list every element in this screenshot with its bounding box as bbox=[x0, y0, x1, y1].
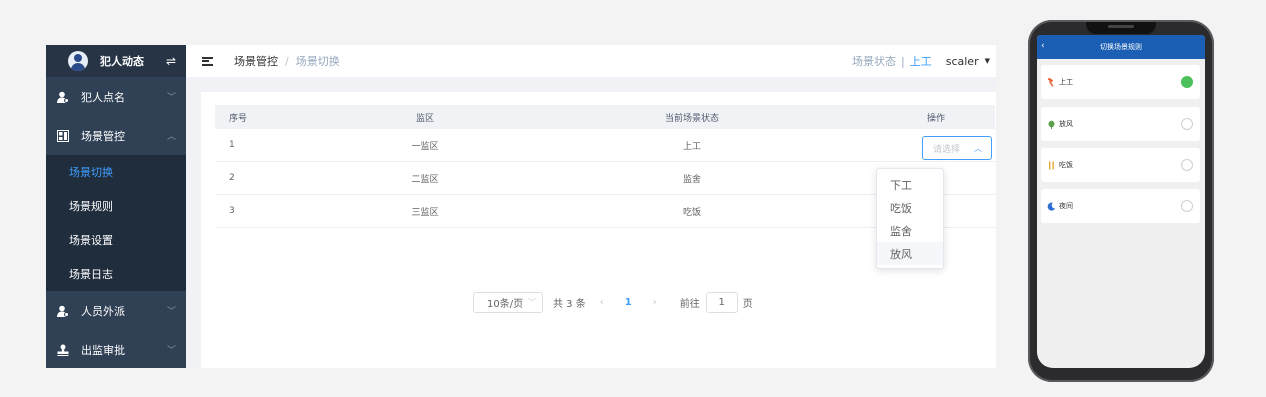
table-header: 序号 监区 当前场景状态 操作 bbox=[215, 105, 995, 129]
radio-unselected[interactable] bbox=[1181, 118, 1193, 130]
scene-label: 吃饭 bbox=[1059, 161, 1073, 169]
chevron-up-icon: ︿ bbox=[974, 143, 982, 153]
scene-state-label: 场景状态 bbox=[852, 55, 897, 68]
chevron-down-icon: ﹀ bbox=[166, 307, 176, 317]
cell-state: 上工 bbox=[682, 141, 701, 152]
phone-scene-item[interactable]: 放风 bbox=[1041, 107, 1200, 141]
sidebar-item-scene-switch[interactable]: 场景切换 bbox=[46, 155, 186, 189]
admin-window: 犯人动态 ⇌ 犯人点名 ﹀ 场景管控 ︿ 场景切换 场景规则 场景设置 场景日志 bbox=[46, 45, 996, 368]
radio-selected[interactable] bbox=[1181, 76, 1193, 88]
phone-header: ‹ 切换场景规则 bbox=[1037, 35, 1205, 59]
hamburger-icon[interactable] bbox=[202, 56, 213, 66]
phone-screen: ‹ 切换场景规则 上工 放风 吃饭 夜间 bbox=[1037, 35, 1205, 368]
cell-area: 一监区 bbox=[411, 141, 439, 152]
sidebar-item-scene-log[interactable]: 场景日志 bbox=[46, 257, 186, 291]
chevron-down-icon: ﹀ bbox=[528, 298, 536, 307]
cell-no: 2 bbox=[229, 173, 235, 183]
dropdown-option[interactable]: 下工 bbox=[877, 173, 943, 196]
dropdown-option[interactable]: 监舍 bbox=[877, 219, 943, 242]
moon-icon bbox=[1047, 202, 1056, 211]
goto-page-input[interactable]: 1 bbox=[705, 292, 738, 313]
dropdown-option[interactable]: 吃饭 bbox=[877, 196, 943, 219]
cell-state: 吃饭 bbox=[682, 207, 701, 218]
avatar[interactable] bbox=[68, 51, 88, 71]
sidebar-item-label: 场景管控 bbox=[81, 129, 125, 143]
breadcrumb-separator: / bbox=[285, 54, 289, 68]
top-right-area: 场景状态 | 上工 scaler ▼ bbox=[852, 53, 996, 69]
caret-down-icon[interactable]: ▼ bbox=[985, 57, 990, 65]
column-header-no: 序号 bbox=[229, 113, 248, 124]
total-count: 共 3 条 bbox=[553, 299, 586, 310]
state-separator: | bbox=[901, 54, 905, 68]
sidebar-item-label: 犯人点名 bbox=[81, 90, 125, 104]
select-placeholder: 请选择 bbox=[933, 144, 961, 155]
cell-area: 二监区 bbox=[411, 174, 439, 185]
chevron-down-icon: ﹀ bbox=[166, 93, 176, 103]
sidebar-item-label: 人员外派 bbox=[81, 304, 125, 318]
top-navbar: 场景管控 / 场景切换 场景状态 | 上工 scaler ▼ bbox=[186, 45, 996, 77]
phone-notch bbox=[1086, 22, 1156, 34]
cell-area: 三监区 bbox=[411, 207, 439, 218]
sidebar-header: 犯人动态 ⇌ bbox=[46, 45, 186, 77]
sidebar-item-scene-rules[interactable]: 场景规则 bbox=[46, 189, 186, 223]
back-icon[interactable]: ‹ bbox=[1041, 41, 1045, 51]
cell-no: 1 bbox=[229, 140, 235, 150]
dropdown-option[interactable]: 放风 bbox=[877, 242, 943, 265]
cell-state: 监舍 bbox=[682, 174, 701, 185]
breadcrumb-current: 场景切换 bbox=[295, 55, 340, 68]
scene-label: 放风 bbox=[1059, 120, 1073, 128]
plant-icon bbox=[1047, 120, 1056, 129]
page-number[interactable]: 1 bbox=[625, 297, 632, 308]
hammer-icon bbox=[1047, 76, 1056, 87]
scene-state-value: 上工 bbox=[909, 55, 932, 68]
prev-page-icon[interactable]: ‹ bbox=[600, 297, 604, 308]
scene-label: 夜间 bbox=[1059, 202, 1073, 210]
next-page-icon[interactable]: › bbox=[653, 297, 657, 308]
goto-label: 前往 bbox=[679, 299, 700, 310]
breadcrumb-parent[interactable]: 场景管控 bbox=[234, 53, 278, 69]
scene-submenu: 场景切换 场景规则 场景设置 场景日志 bbox=[46, 155, 186, 291]
chevron-down-icon: ﹀ bbox=[166, 346, 176, 356]
scene-dropdown: 下工 吃饭 监舍 放风 bbox=[876, 168, 944, 269]
chevron-up-icon: ︿ bbox=[166, 132, 176, 142]
sidebar-item-release-approval[interactable]: 出监审批 ﹀ bbox=[46, 330, 186, 368]
stamp-icon bbox=[57, 344, 69, 356]
user-menu[interactable]: scaler bbox=[946, 55, 979, 68]
page-size-value: 10条/页 bbox=[487, 299, 524, 310]
sidebar-item-dispatch[interactable]: 人员外派 ﹀ bbox=[46, 291, 186, 330]
user-icon bbox=[57, 91, 69, 103]
cell-no: 3 bbox=[229, 206, 235, 216]
goto-suffix: 页 bbox=[742, 299, 753, 310]
radio-unselected[interactable] bbox=[1181, 159, 1193, 171]
column-header-action: 操作 bbox=[926, 113, 945, 124]
radio-unselected[interactable] bbox=[1181, 200, 1193, 212]
page-size-select[interactable]: 10条/页 ﹀ bbox=[473, 292, 543, 313]
sidebar-item-label: 出监审批 bbox=[81, 343, 125, 357]
column-header-state: 当前场景状态 bbox=[664, 113, 719, 124]
pagination: 10条/页 ﹀ 共 3 条 ‹ 1 › 前往 1 页 bbox=[473, 292, 753, 313]
phone-scene-item[interactable]: 吃饭 bbox=[1041, 148, 1200, 182]
phone-title: 切换场景规则 bbox=[1100, 43, 1142, 51]
swap-icon[interactable]: ⇌ bbox=[166, 54, 176, 68]
phone-scene-item[interactable]: 夜间 bbox=[1041, 189, 1200, 223]
sidebar-item-roll-call[interactable]: 犯人点名 ﹀ bbox=[46, 77, 186, 116]
phone-speaker bbox=[1108, 25, 1134, 28]
table-row: 1 一监区 上工 bbox=[215, 129, 995, 162]
column-header-area: 监区 bbox=[415, 113, 434, 124]
sidebar-item-scene-control[interactable]: 场景管控 ︿ bbox=[46, 116, 186, 155]
scene-label: 上工 bbox=[1059, 78, 1073, 86]
grid-icon bbox=[57, 129, 69, 142]
phone-scene-item[interactable]: 上工 bbox=[1041, 65, 1200, 99]
sidebar-item-scene-settings[interactable]: 场景设置 bbox=[46, 223, 186, 257]
user-icon bbox=[57, 305, 69, 317]
app-title: 犯人动态 bbox=[100, 55, 144, 68]
sidebar: 犯人动态 ⇌ 犯人点名 ﹀ 场景管控 ︿ 场景切换 场景规则 场景设置 场景日志 bbox=[46, 45, 186, 368]
phone-mockup: ‹ 切换场景规则 上工 放风 吃饭 夜间 bbox=[1028, 20, 1214, 382]
scene-select[interactable]: 请选择 ︿ bbox=[922, 136, 992, 160]
utensils-icon bbox=[1047, 161, 1056, 170]
